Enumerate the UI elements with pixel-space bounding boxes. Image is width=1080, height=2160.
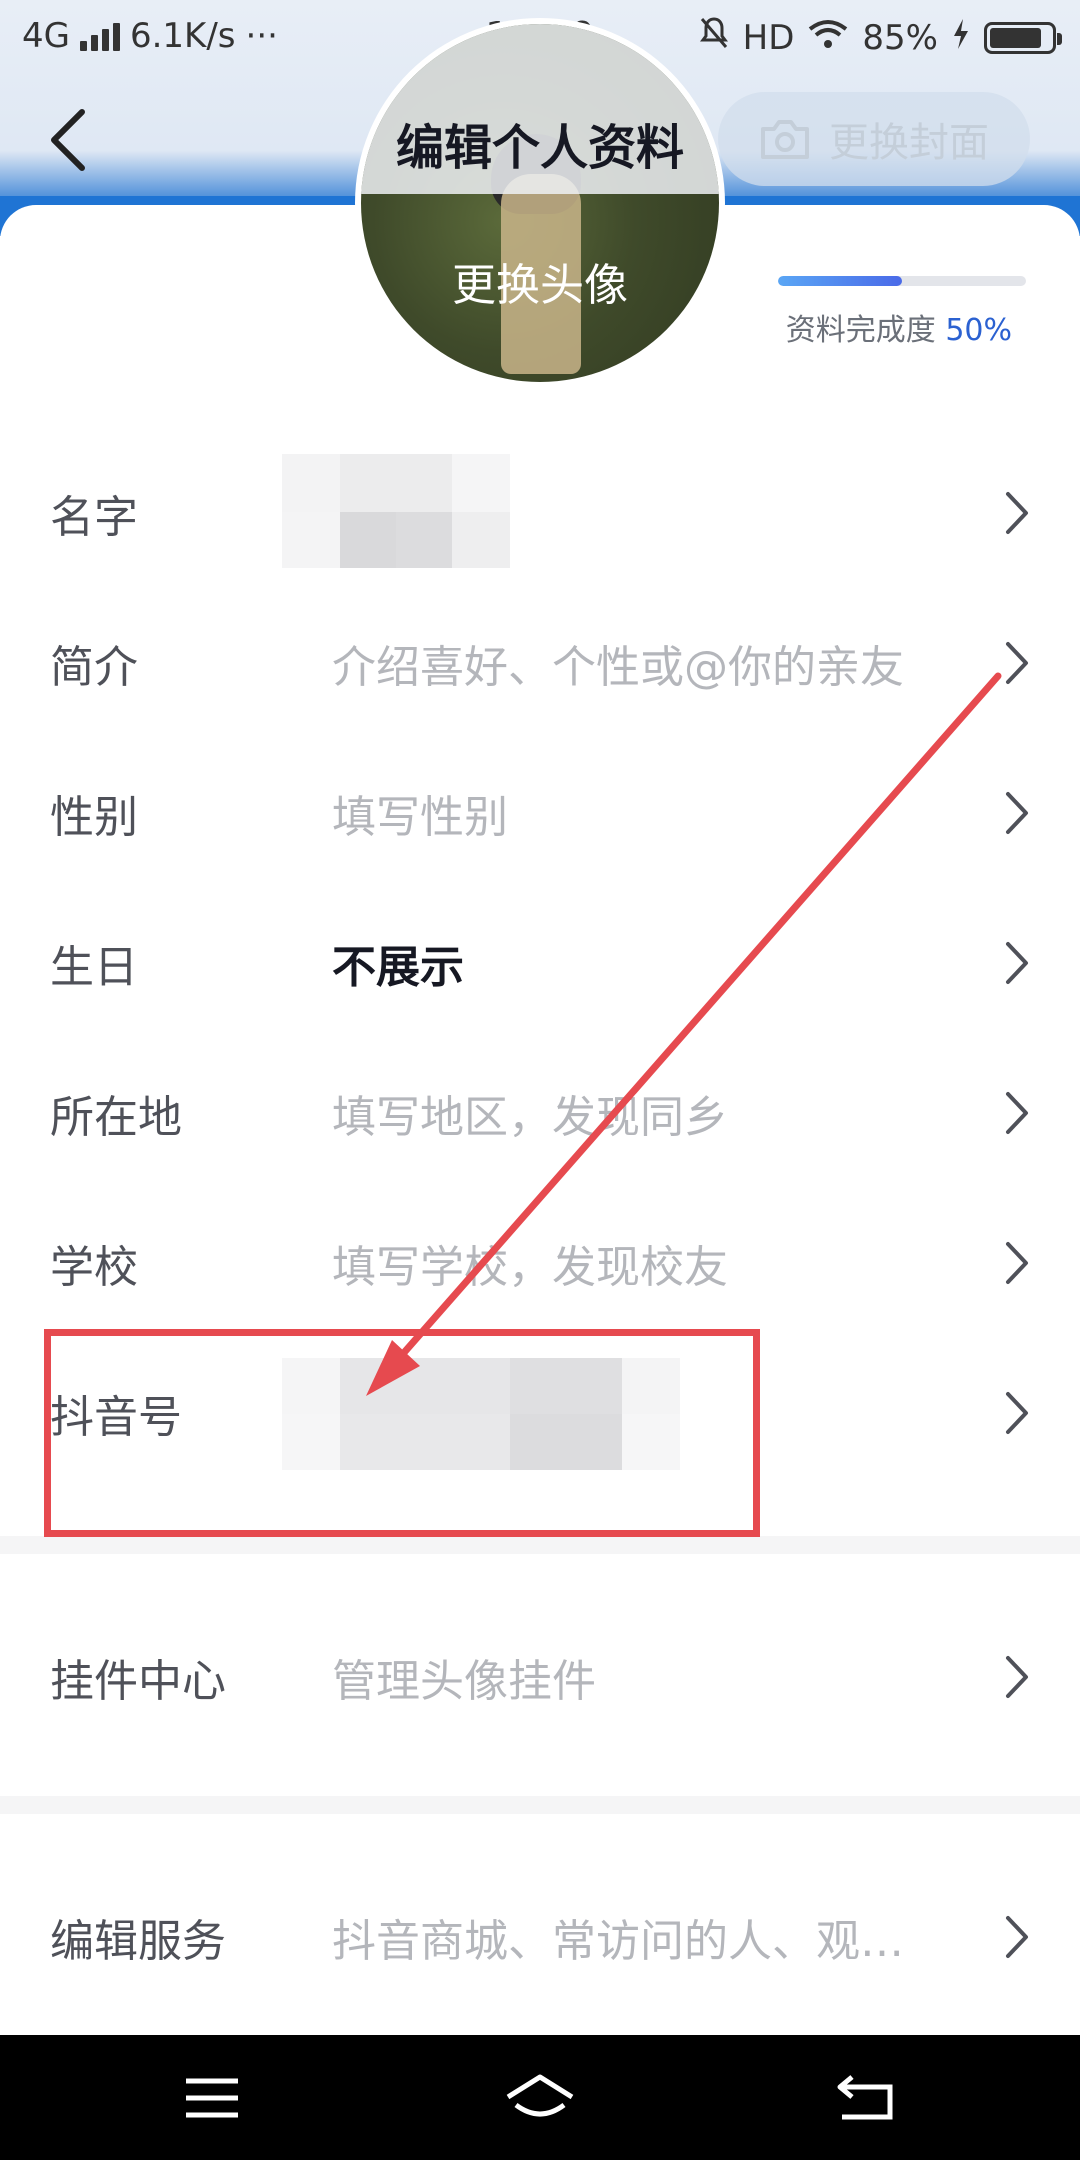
system-nav-bar (0, 2035, 1080, 2160)
battery-icon (984, 21, 1062, 54)
chevron-right-icon (1004, 640, 1030, 686)
row-pendant-center[interactable]: 挂件中心 管理头像挂件 (0, 1602, 1080, 1752)
page-title: 编辑个人资料 (395, 120, 684, 176)
row-label: 性别 (50, 792, 138, 843)
back-nav-button[interactable] (828, 2071, 908, 2125)
row-label: 挂件中心 (50, 1656, 226, 1707)
avatar-image: 更换头像 (361, 24, 719, 382)
row-location[interactable]: 所在地 填写地区，发现同乡 (0, 1038, 1080, 1188)
row-value: 管理头像挂件 (332, 1656, 596, 1707)
blurred-name (282, 512, 340, 568)
row-value: 抖音商城、常访问的人、观… (332, 1916, 904, 1967)
row-bio[interactable]: 简介 介绍喜好、个性或@你的亲友 (0, 588, 1080, 738)
status-right: HD 85% (699, 16, 1062, 59)
blurred-name (452, 454, 510, 512)
battery-level (990, 27, 1041, 48)
row-label: 编辑服务 (50, 1916, 226, 1967)
row-value: 填写性别 (332, 792, 508, 843)
completion-text: 资料完成度 50% (786, 305, 1012, 349)
chevron-right-icon (1004, 1654, 1030, 1700)
row-gender[interactable]: 性别 填写性别 (0, 738, 1080, 888)
blurred-name (282, 454, 340, 512)
row-name[interactable]: 名字 (0, 438, 1080, 588)
row-label: 简介 (50, 642, 138, 693)
section-divider (0, 1536, 1080, 1554)
row-edit-services[interactable]: 编辑服务 抖音商城、常访问的人、观… (0, 1862, 1080, 2012)
row-label: 学校 (50, 1242, 138, 1293)
menu-icon (186, 2078, 238, 2118)
return-icon (837, 2075, 893, 2120)
home-nav-button[interactable] (500, 2071, 580, 2125)
chevron-right-icon (1004, 940, 1030, 986)
completion-label: 资料完成度 (785, 313, 936, 348)
row-value: 填写学校，发现校友 (332, 1242, 728, 1293)
blurred-name (452, 512, 510, 568)
chevron-right-icon (1004, 490, 1030, 536)
wifi-icon (808, 18, 848, 58)
section-divider (0, 1796, 1080, 1814)
row-birthday[interactable]: 生日 不展示 (0, 888, 1080, 1038)
chevron-right-icon (1004, 1914, 1030, 1960)
change-avatar-label: 更换头像 (452, 260, 628, 311)
charging-icon (952, 18, 970, 58)
annotation-highlight-box (44, 1329, 760, 1537)
blurred-name (340, 512, 396, 568)
home-icon (506, 2074, 574, 2117)
blurred-name (340, 454, 452, 512)
avatar[interactable]: 更换头像 (355, 18, 725, 388)
hd-badge: HD (742, 17, 795, 58)
row-label: 名字 (50, 492, 138, 543)
blurred-name (396, 512, 452, 568)
row-value: 不展示 (332, 942, 464, 993)
battery-percent: 85% (862, 17, 938, 58)
chevron-right-icon (1004, 790, 1030, 836)
chevron-right-icon (1004, 1240, 1030, 1286)
row-value: 介绍喜好、个性或@你的亲友 (332, 642, 904, 693)
completion-progress-bar (778, 276, 1026, 286)
chevron-right-icon (1004, 1090, 1030, 1136)
completion-percent: 50% (945, 313, 1012, 348)
row-label: 生日 (50, 942, 138, 993)
completion-progress-fill (778, 276, 902, 286)
menu-nav-button[interactable] (172, 2071, 252, 2125)
row-school[interactable]: 学校 填写学校，发现校友 (0, 1188, 1080, 1338)
row-label: 所在地 (50, 1092, 182, 1143)
chevron-right-icon (1004, 1390, 1030, 1436)
row-value: 填写地区，发现同乡 (332, 1092, 728, 1143)
